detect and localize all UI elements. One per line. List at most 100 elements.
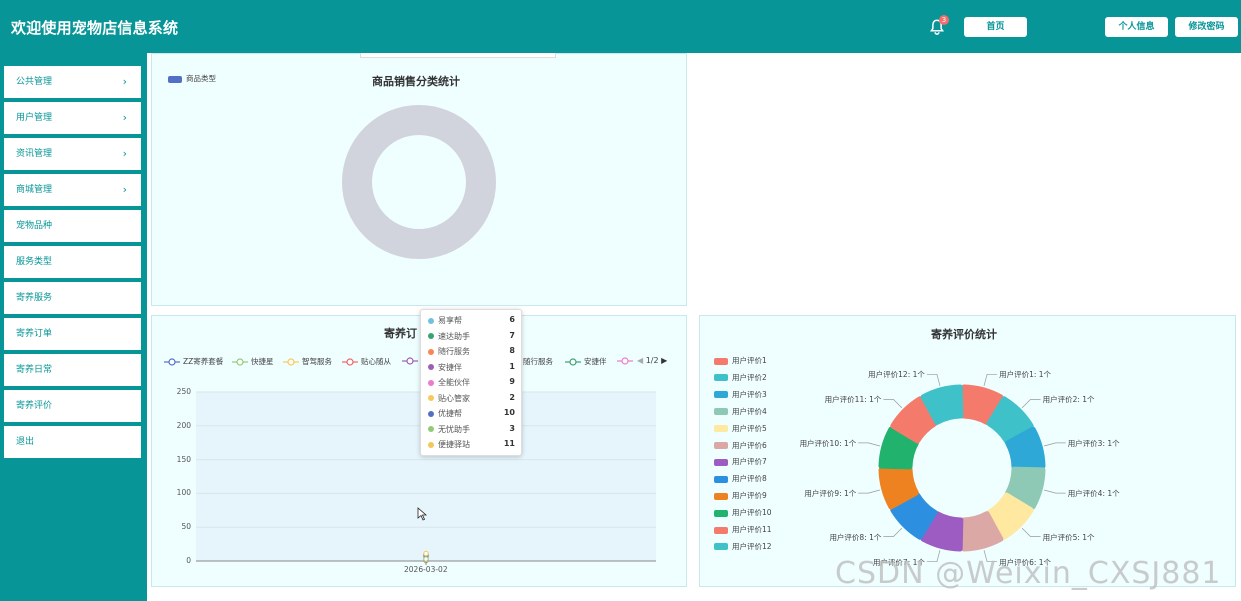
slice-label-line bbox=[926, 373, 941, 386]
donut-empty-ring bbox=[342, 105, 496, 259]
sidebar-item-label: 寄养评价 bbox=[16, 401, 53, 411]
review-legend-item[interactable]: 用户评价7 bbox=[714, 456, 767, 467]
series-legend-item[interactable]: ZZ寄养套餐 bbox=[164, 356, 223, 367]
tooltip-dot bbox=[428, 333, 434, 339]
slice-label: 用户评价10: 1个 bbox=[799, 438, 857, 448]
chart-tooltip: 易享帮 6 速达助手 7 随行服务 8 安捷伴 1 全能伙伴 9 贴心管家 2 优捷帮 10 无忧助手 3 便捷… bbox=[420, 309, 522, 456]
sidebar-item-label: 资讯管理 bbox=[16, 149, 53, 159]
legend-swatch bbox=[714, 374, 728, 382]
legend-line-marker bbox=[617, 357, 633, 365]
series-legend-item[interactable]: 智驾服务 bbox=[283, 356, 332, 367]
tooltip-row: 易享帮 6 bbox=[428, 315, 518, 326]
tooltip-row: 速达助手 7 bbox=[428, 331, 518, 342]
slice-label-line bbox=[883, 527, 903, 537]
sidebar-item-logout[interactable]: 退出 bbox=[4, 426, 141, 458]
legend-line-marker bbox=[342, 358, 358, 366]
legend-swatch bbox=[714, 357, 728, 365]
tooltip-dot bbox=[428, 379, 434, 386]
review-legend-item[interactable]: 用户评价11 bbox=[714, 524, 772, 535]
sales-donut-chart bbox=[342, 105, 496, 259]
sidebar-item-pet-breed[interactable]: 宠物品种 bbox=[4, 210, 141, 242]
tooltip-row: 安捷伴 1 bbox=[428, 362, 518, 373]
sidebar-item-boarding-service[interactable]: 寄养服务 bbox=[4, 282, 141, 314]
y-tick-label: 100 bbox=[176, 488, 191, 498]
series-legend-item[interactable] bbox=[402, 356, 421, 365]
sidebar-item-boarding-order[interactable]: 寄养订单 bbox=[4, 318, 141, 350]
line-chart-plot bbox=[196, 391, 656, 565]
slice-label: 用户评价2: 1个 bbox=[1042, 395, 1095, 405]
slice-label: 用户评价9: 1个 bbox=[804, 489, 857, 499]
sidebar-item-label: 公共管理 bbox=[16, 77, 53, 87]
change-password-button[interactable]: 修改密码 bbox=[1175, 17, 1238, 37]
sidebar-item-label: 寄养日常 bbox=[16, 365, 53, 375]
tooltip-row: 便捷驿站 11 bbox=[428, 439, 518, 450]
pager-next-icon[interactable]: ▶ bbox=[661, 356, 667, 365]
tooltip-dot bbox=[428, 410, 434, 417]
legend-pager[interactable]: ◀ 1/2 ▶ bbox=[637, 356, 667, 365]
legend-swatch bbox=[714, 526, 728, 534]
sidebar-item-news[interactable]: 资讯管理 › bbox=[4, 138, 141, 170]
review-legend-item[interactable]: 用户评价2 bbox=[714, 372, 767, 383]
review-legend-item[interactable]: 用户评价1 bbox=[714, 355, 767, 366]
chart-title: 商品销售分类统计 bbox=[372, 75, 460, 88]
series-legend-item[interactable]: 安捷伴 bbox=[565, 356, 607, 367]
review-legend-item[interactable]: 用户评价6 bbox=[714, 440, 767, 451]
tooltip-row: 全能伙伴 9 bbox=[428, 377, 518, 388]
legend-line-marker bbox=[565, 358, 581, 366]
tooltip-row: 贴心管家 2 bbox=[428, 393, 518, 404]
watermark: CSDN @Weixin_CXSJ881 bbox=[835, 556, 1222, 591]
legend-swatch bbox=[714, 458, 728, 466]
sidebar-item-label: 退出 bbox=[16, 437, 35, 447]
slice-label-line bbox=[1021, 399, 1041, 409]
sidebar-item-service-type[interactable]: 服务类型 bbox=[4, 246, 141, 278]
notification-badge: 3 bbox=[939, 15, 949, 25]
sidebar-item-label: 商城管理 bbox=[16, 185, 53, 195]
chart-title: 寄养评价统计 bbox=[931, 328, 997, 341]
tooltip-row: 优捷帮 10 bbox=[428, 408, 518, 419]
review-legend-item[interactable]: 用户评价3 bbox=[714, 389, 767, 400]
review-legend-item[interactable]: 用户评价9 bbox=[714, 490, 767, 501]
series-legend-item[interactable]: 贴心随从 bbox=[342, 356, 391, 367]
series-legend-item[interactable]: 快捷星 bbox=[232, 356, 274, 367]
legend-line-marker bbox=[402, 357, 418, 365]
sidebar-item-boarding-daily[interactable]: 寄养日常 bbox=[4, 354, 141, 386]
y-tick-label: 150 bbox=[176, 454, 191, 464]
tooltip-dot bbox=[428, 364, 434, 370]
profile-button[interactable]: 个人信息 bbox=[1105, 17, 1168, 37]
slice-label: 用户评价4: 1个 bbox=[1067, 489, 1120, 499]
chevron-right-icon: › bbox=[122, 183, 127, 196]
slice-label-line bbox=[858, 442, 880, 447]
series-point[interactable] bbox=[423, 556, 429, 562]
review-legend-item[interactable]: 用户评价10 bbox=[714, 507, 772, 518]
legend-swatch bbox=[714, 475, 728, 483]
tooltip-row: 无忧助手 3 bbox=[428, 424, 518, 435]
series-legend-item[interactable] bbox=[617, 356, 636, 365]
sidebar-item-label: 用户管理 bbox=[16, 113, 53, 123]
sidebar-item-boarding-review[interactable]: 寄养评价 bbox=[4, 390, 141, 422]
review-legend-item[interactable]: 用户评价5 bbox=[714, 423, 767, 434]
tooltip-dot bbox=[428, 441, 434, 448]
legend-swatch bbox=[714, 492, 728, 500]
tooltip-dot bbox=[428, 348, 434, 355]
legend-swatch bbox=[714, 425, 728, 433]
slice-label: 用户评价12: 1个 bbox=[868, 370, 925, 380]
review-donut-chart bbox=[858, 373, 1066, 563]
review-legend-item[interactable]: 用户评价12 bbox=[714, 541, 772, 552]
chart-legend-item[interactable]: 商品类型 bbox=[168, 73, 216, 84]
sidebar-item-shop[interactable]: 商城管理 › bbox=[4, 174, 141, 206]
slice-label-line bbox=[983, 373, 998, 386]
mouse-cursor-icon bbox=[417, 507, 428, 521]
tooltip-row: 随行服务 8 bbox=[428, 346, 518, 357]
top-bar bbox=[0, 0, 1241, 53]
sidebar-item-users[interactable]: 用户管理 › bbox=[4, 102, 141, 134]
review-legend-item[interactable]: 用户评价4 bbox=[714, 406, 767, 417]
home-button[interactable]: 首页 bbox=[964, 17, 1027, 37]
review-legend-item[interactable]: 用户评价8 bbox=[714, 473, 767, 484]
series-point[interactable] bbox=[423, 550, 429, 557]
slice-label: 用户评价5: 1个 bbox=[1042, 532, 1095, 542]
sidebar-item-public[interactable]: 公共管理 › bbox=[4, 66, 141, 98]
legend-swatch bbox=[714, 408, 728, 416]
pager-prev-icon[interactable]: ◀ bbox=[637, 356, 643, 365]
sidebar-item-label: 寄养服务 bbox=[16, 293, 53, 303]
y-tick-label: 50 bbox=[181, 522, 191, 532]
